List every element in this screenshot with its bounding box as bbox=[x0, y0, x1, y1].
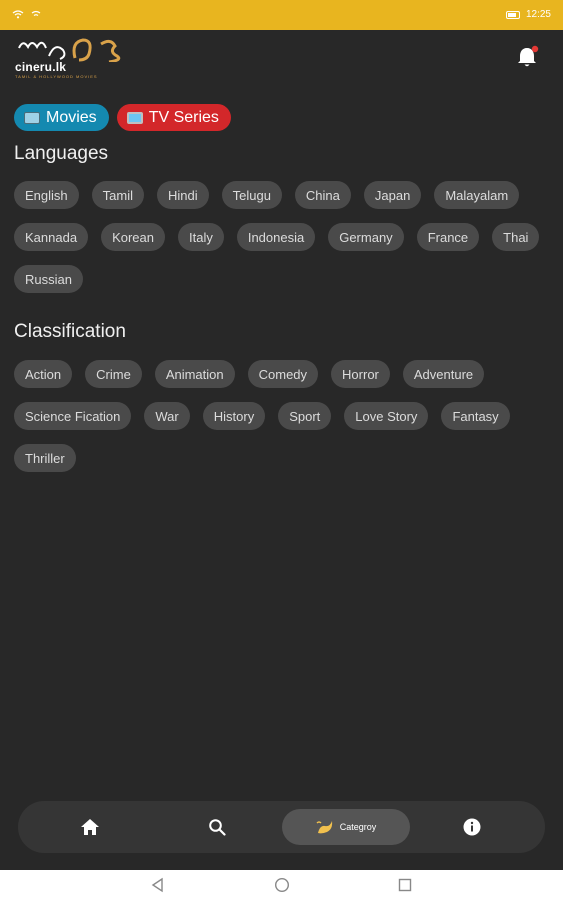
classification-chip[interactable]: Fantasy bbox=[441, 402, 510, 430]
language-chip[interactable]: Indonesia bbox=[236, 223, 316, 251]
nav-home[interactable] bbox=[70, 809, 110, 845]
back-icon[interactable] bbox=[150, 877, 166, 893]
language-chip[interactable]: France bbox=[416, 223, 480, 251]
language-chip[interactable]: China bbox=[294, 181, 351, 209]
recents-icon[interactable] bbox=[397, 877, 413, 893]
language-chip[interactable]: Kannada bbox=[14, 223, 89, 251]
classification-chip[interactable]: Science Fication bbox=[14, 402, 132, 430]
classification-chip[interactable]: Adventure bbox=[402, 360, 485, 388]
home-icon bbox=[81, 819, 99, 835]
language-chip[interactable]: English bbox=[14, 181, 79, 209]
language-chip[interactable]: Telugu bbox=[221, 181, 282, 209]
notification-bell-icon[interactable] bbox=[514, 44, 540, 70]
tab-movies-label: Movies bbox=[46, 108, 97, 126]
language-chip[interactable]: Tamil bbox=[91, 181, 144, 209]
language-chip[interactable]: Japan bbox=[363, 181, 422, 209]
status-time: 12:25 bbox=[525, 9, 551, 20]
language-chip[interactable]: Korean bbox=[101, 223, 165, 251]
classification-chip[interactable]: Love Story bbox=[344, 402, 429, 430]
logo-mark bbox=[18, 38, 121, 62]
nav-search[interactable] bbox=[197, 809, 237, 845]
classification-chip[interactable]: Animation bbox=[154, 360, 235, 388]
language-chip[interactable]: Hindi bbox=[156, 181, 209, 209]
home-circle-icon[interactable] bbox=[274, 877, 290, 893]
tab-tv-series-label: TV Series bbox=[148, 108, 219, 126]
search-icon bbox=[209, 819, 226, 836]
info-icon bbox=[463, 818, 481, 836]
classification-heading: Classification bbox=[14, 321, 126, 342]
language-chip[interactable]: Germany bbox=[328, 223, 404, 251]
tab-tv-series[interactable]: TV Series bbox=[116, 104, 231, 131]
bottom-navigation: Categroy bbox=[18, 801, 545, 853]
logo-text: cineru.lk bbox=[15, 60, 67, 74]
app-logo: cineru.lk TAMIL & HOLLYWOOD MOVIES bbox=[15, 36, 127, 82]
language-chip[interactable]: Italy bbox=[177, 223, 224, 251]
tab-movies[interactable]: Movies bbox=[14, 104, 109, 131]
classification-chip[interactable]: History bbox=[202, 402, 266, 430]
nav-info[interactable] bbox=[452, 809, 492, 845]
logo-subtitle: TAMIL & HOLLYWOOD MOVIES bbox=[15, 74, 98, 79]
classification-chip[interactable]: Thriller bbox=[14, 444, 76, 472]
language-chip[interactable]: Malayalam bbox=[434, 181, 520, 209]
language-chip[interactable]: Thai bbox=[492, 223, 540, 251]
classification-chip-list: Action Crime Animation Comedy Horror Adv… bbox=[14, 360, 514, 472]
system-navigation-bar bbox=[0, 870, 563, 900]
signal-icon bbox=[31, 10, 41, 16]
nav-category[interactable]: Categroy bbox=[282, 809, 410, 845]
nav-category-label: Categroy bbox=[339, 822, 377, 832]
classification-chip[interactable]: Horror bbox=[331, 360, 390, 388]
status-icons-left bbox=[12, 9, 42, 19]
status-bar: 12:25 bbox=[0, 0, 563, 30]
language-chip-list: English Tamil Hindi Telugu China Japan M… bbox=[14, 181, 544, 293]
clapperboard-icon bbox=[24, 111, 40, 124]
category-icon bbox=[316, 821, 332, 834]
battery-icon bbox=[505, 10, 520, 19]
classification-chip[interactable]: Comedy bbox=[247, 360, 319, 388]
language-chip[interactable]: Russian bbox=[14, 265, 83, 293]
wifi-icon bbox=[12, 10, 24, 19]
television-icon bbox=[126, 111, 143, 124]
content-type-tabs: Movies TV Series bbox=[14, 104, 231, 131]
classification-chip[interactable]: Action bbox=[14, 360, 73, 388]
status-icons-right: 12:25 bbox=[505, 9, 551, 20]
classification-chip[interactable]: Sport bbox=[278, 402, 332, 430]
languages-heading: Languages bbox=[14, 143, 109, 164]
classification-chip[interactable]: Crime bbox=[85, 360, 142, 388]
classification-chip[interactable]: War bbox=[144, 402, 190, 430]
